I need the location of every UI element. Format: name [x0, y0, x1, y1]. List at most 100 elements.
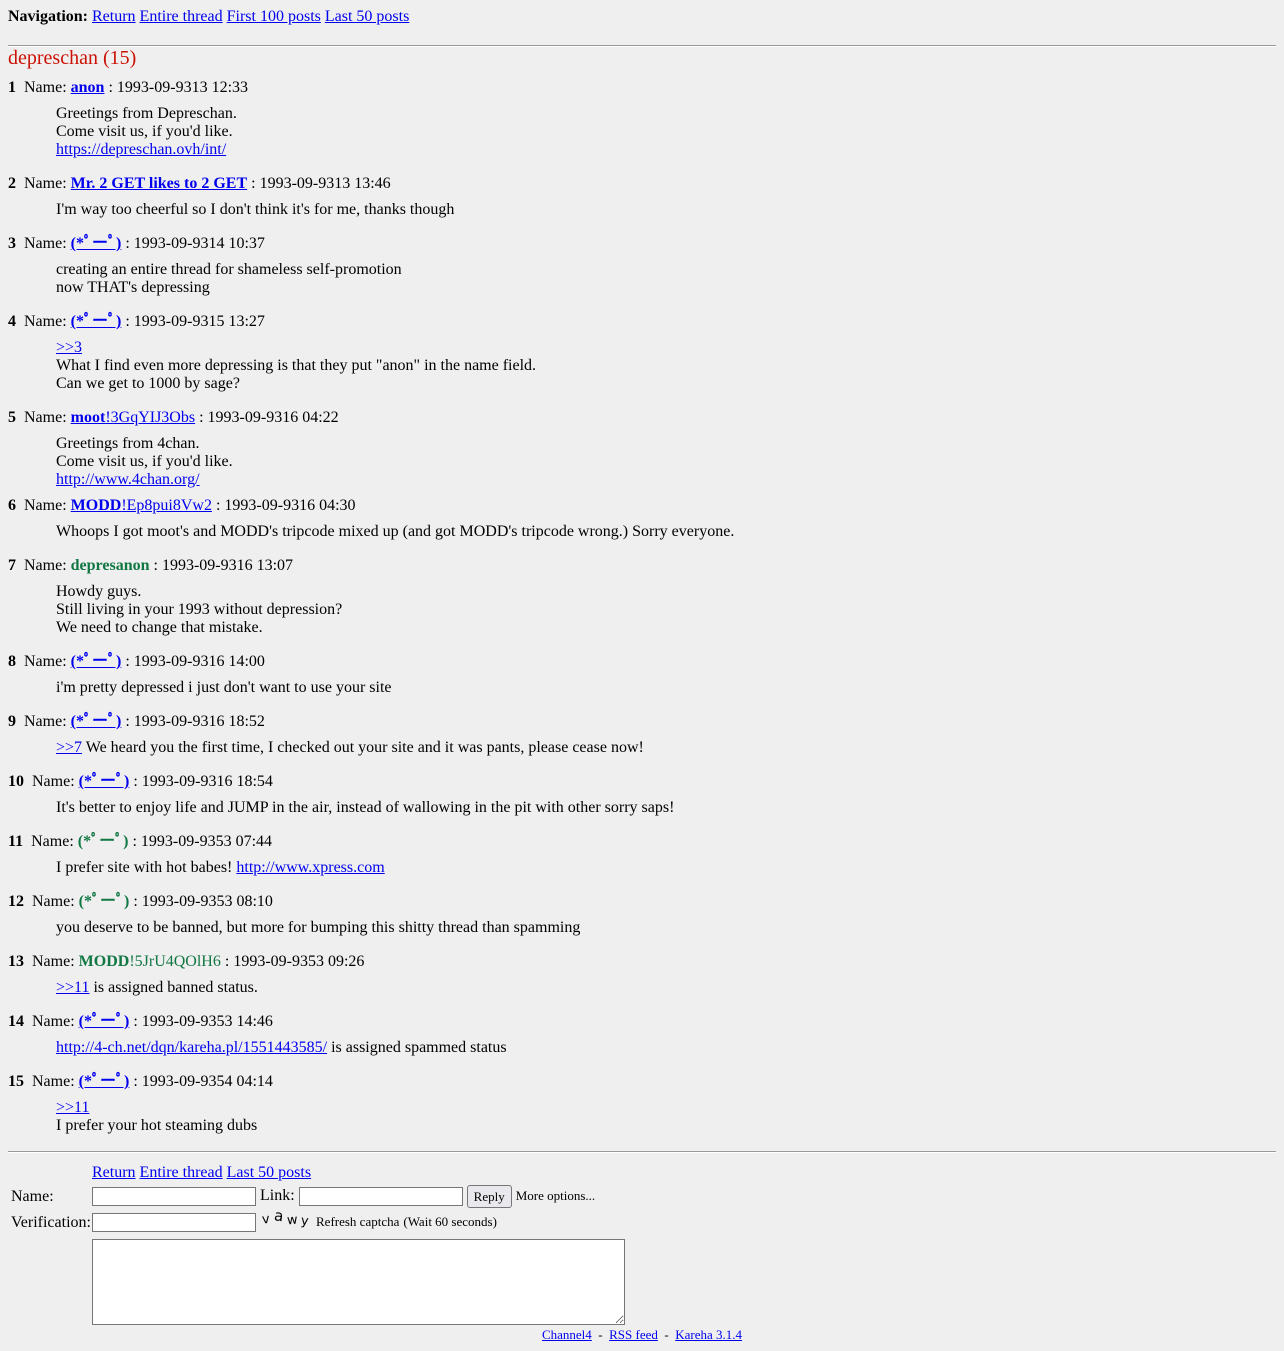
post-date: 1993-09-9353 14:46	[141, 1013, 273, 1030]
post-body: creating an entire thread for shameless …	[56, 261, 1276, 297]
poster-name-link[interactable]: (*ﾟーﾟ)	[71, 653, 122, 670]
footer-separator: -	[664, 1327, 669, 1342]
refresh-captcha-link[interactable]: Refresh captcha	[316, 1214, 399, 1229]
post-number: 7	[8, 557, 16, 574]
post-body: Greetings from 4chan. Come visit us, if …	[56, 435, 1276, 489]
post-4: 4 Name: (*ﾟーﾟ) : 1993-09-9315 13:27 >>3 …	[8, 313, 1276, 393]
rss-feed-link[interactable]: RSS feed	[609, 1327, 658, 1342]
post-body: I'm way too cheerful so I don't think it…	[56, 201, 1276, 219]
tripcode: !Ep8pui8Vw2	[121, 497, 212, 514]
post-body: >>11 is assigned banned status.	[56, 979, 1276, 997]
post-line: is assigned spammed status	[327, 1039, 507, 1056]
post-date: 1993-09-9353 07:44	[140, 833, 273, 850]
name-label: Name:	[32, 953, 75, 970]
post-line: It's better to enjoy life and JUMP in th…	[56, 799, 675, 816]
name-label: Name:	[32, 893, 75, 910]
nav-first-100-link[interactable]: First 100 posts	[227, 8, 321, 25]
post-line: Come visit us, if you'd like.	[56, 453, 233, 470]
name-label: Name:	[32, 773, 75, 790]
post-date: 1993-09-9316 13:07	[161, 557, 294, 574]
post-date: 1993-09-9313 12:33	[116, 79, 249, 96]
post-line: Whoops I got moot's and MODD's tripcode …	[56, 523, 735, 540]
poster-name-link[interactable]: (*ﾟーﾟ)	[71, 313, 122, 330]
comment-textarea[interactable]	[92, 1239, 625, 1325]
post-line: What I find even more depressing is that…	[56, 357, 537, 374]
post-date: 1993-09-9316 14:00	[133, 653, 265, 670]
post-number: 11	[8, 833, 24, 850]
post-13: 13 Name: MODD!5JrU4QOlH6 : 1993-09-9353 …	[8, 953, 1276, 997]
post-url-link[interactable]: http://www.xpress.com	[236, 859, 384, 876]
quote-link[interactable]: >>7	[56, 739, 82, 756]
post-url-link[interactable]: https://depreschan.ovh/int/	[56, 141, 226, 158]
poster-name-link[interactable]: (*ﾟーﾟ)	[79, 773, 130, 790]
channel4-link[interactable]: Channel4	[542, 1327, 592, 1342]
post-9: 9 Name: (*ﾟーﾟ) : 1993-09-9316 18:52 >>7 …	[8, 713, 1276, 757]
quote-link[interactable]: >>3	[56, 339, 82, 356]
form-return-link[interactable]: Return	[92, 1164, 136, 1181]
verification-label: Verification:	[11, 1214, 91, 1231]
captcha-char: v	[261, 1212, 271, 1228]
post-number: 10	[8, 773, 24, 790]
thread-title: depreschan (15)	[8, 47, 137, 69]
nav-last-50-link[interactable]: Last 50 posts	[325, 8, 409, 25]
poster-name-link[interactable]: MODD!Ep8pui8Vw2	[71, 497, 212, 514]
poster-name-link[interactable]: (*ﾟーﾟ)	[71, 713, 122, 730]
form-last-50-link[interactable]: Last 50 posts	[227, 1164, 311, 1181]
post-body: I prefer site with hot babes! http://www…	[56, 859, 1276, 877]
name-label: Name:	[24, 713, 67, 730]
post-line: Come visit us, if you'd like.	[56, 123, 233, 140]
post-7: 7 Name: depresanon : 1993-09-9316 13:07 …	[8, 557, 1276, 637]
poster-name: MODD	[78, 953, 130, 970]
poster-name-link[interactable]: Mr. 2 GET likes to 2 GET	[71, 175, 247, 192]
form-entire-thread-link[interactable]: Entire thread	[140, 1164, 223, 1181]
post-url-link[interactable]: http://4-ch.net/dqn/kareha.pl/1551443585…	[56, 1039, 327, 1056]
post-body: >>11 I prefer your hot steaming dubs	[56, 1099, 1276, 1135]
post-date: 1993-09-9353 09:26	[233, 953, 365, 970]
name-input[interactable]	[92, 1187, 256, 1206]
quote-link[interactable]: >>11	[56, 979, 89, 996]
captcha-char: w	[287, 1213, 299, 1229]
post-number: 1	[8, 79, 16, 96]
name-label: Name:	[24, 175, 67, 192]
poster-name-link[interactable]: (*ﾟーﾟ)	[79, 1013, 130, 1030]
link-input[interactable]	[298, 1187, 463, 1206]
post-date: 1993-09-9353 08:10	[141, 893, 273, 910]
post-number: 5	[8, 409, 16, 426]
post-line: I'm way too cheerful so I don't think it…	[56, 201, 455, 218]
nav-return-link[interactable]: Return	[92, 8, 136, 25]
post-line: Greetings from Depreschan.	[56, 105, 237, 122]
post-line: i'm pretty depressed i just don't want t…	[56, 679, 392, 696]
post-url-link[interactable]: http://www.4chan.org/	[56, 471, 200, 488]
captcha-glyphs: v a w y	[261, 1206, 309, 1229]
post-body: Greetings from Depreschan. Come visit us…	[56, 105, 1276, 159]
verification-input[interactable]	[92, 1213, 256, 1232]
post-2: 2 Name: Mr. 2 GET likes to 2 GET : 1993-…	[8, 175, 1276, 219]
poster-name-link[interactable]: (*ﾟーﾟ)	[71, 235, 122, 252]
post-date: 1993-09-9314 10:37	[133, 235, 265, 252]
post-line: is assigned banned status.	[89, 979, 258, 996]
post-number: 2	[8, 175, 16, 192]
post-line: Howdy guys.	[56, 583, 142, 600]
post-line: I prefer site with hot babes!	[56, 859, 237, 876]
poster-name: (*ﾟーﾟ)	[78, 893, 130, 910]
reply-button[interactable]: Reply	[466, 1185, 512, 1208]
poster-name-link[interactable]: (*ﾟーﾟ)	[79, 1073, 130, 1090]
nav-entire-thread-link[interactable]: Entire thread	[140, 8, 223, 25]
post-date: 1993-09-9354 04:14	[141, 1073, 273, 1090]
poster-name-link[interactable]: anon	[71, 79, 105, 96]
poster-name-link[interactable]: moot!3GqYIJ3Obs	[71, 409, 195, 426]
post-6: 6 Name: MODD!Ep8pui8Vw2 : 1993-09-9316 0…	[8, 497, 1276, 541]
post-line: you deserve to be banned, but more for b…	[56, 919, 581, 936]
name-label: Name:	[24, 653, 67, 670]
poster-name: (*ﾟーﾟ)	[77, 833, 129, 850]
poster-name: moot	[70, 409, 106, 426]
more-options-link[interactable]: More options...	[516, 1188, 595, 1203]
footer-links: Channel4 - RSS feed - Kareha 3.1.4	[0, 1327, 1284, 1342]
post-line: We need to change that mistake.	[56, 619, 263, 636]
post-number: 9	[8, 713, 16, 730]
post-body: http://4-ch.net/dqn/kareha.pl/1551443585…	[56, 1039, 1276, 1057]
quote-link[interactable]: >>11	[56, 1099, 89, 1116]
navigation-label: Navigation:	[8, 8, 88, 25]
navigation-bar: Navigation: Return Entire thread First 1…	[8, 8, 409, 26]
kareha-link[interactable]: Kareha 3.1.4	[675, 1327, 742, 1342]
